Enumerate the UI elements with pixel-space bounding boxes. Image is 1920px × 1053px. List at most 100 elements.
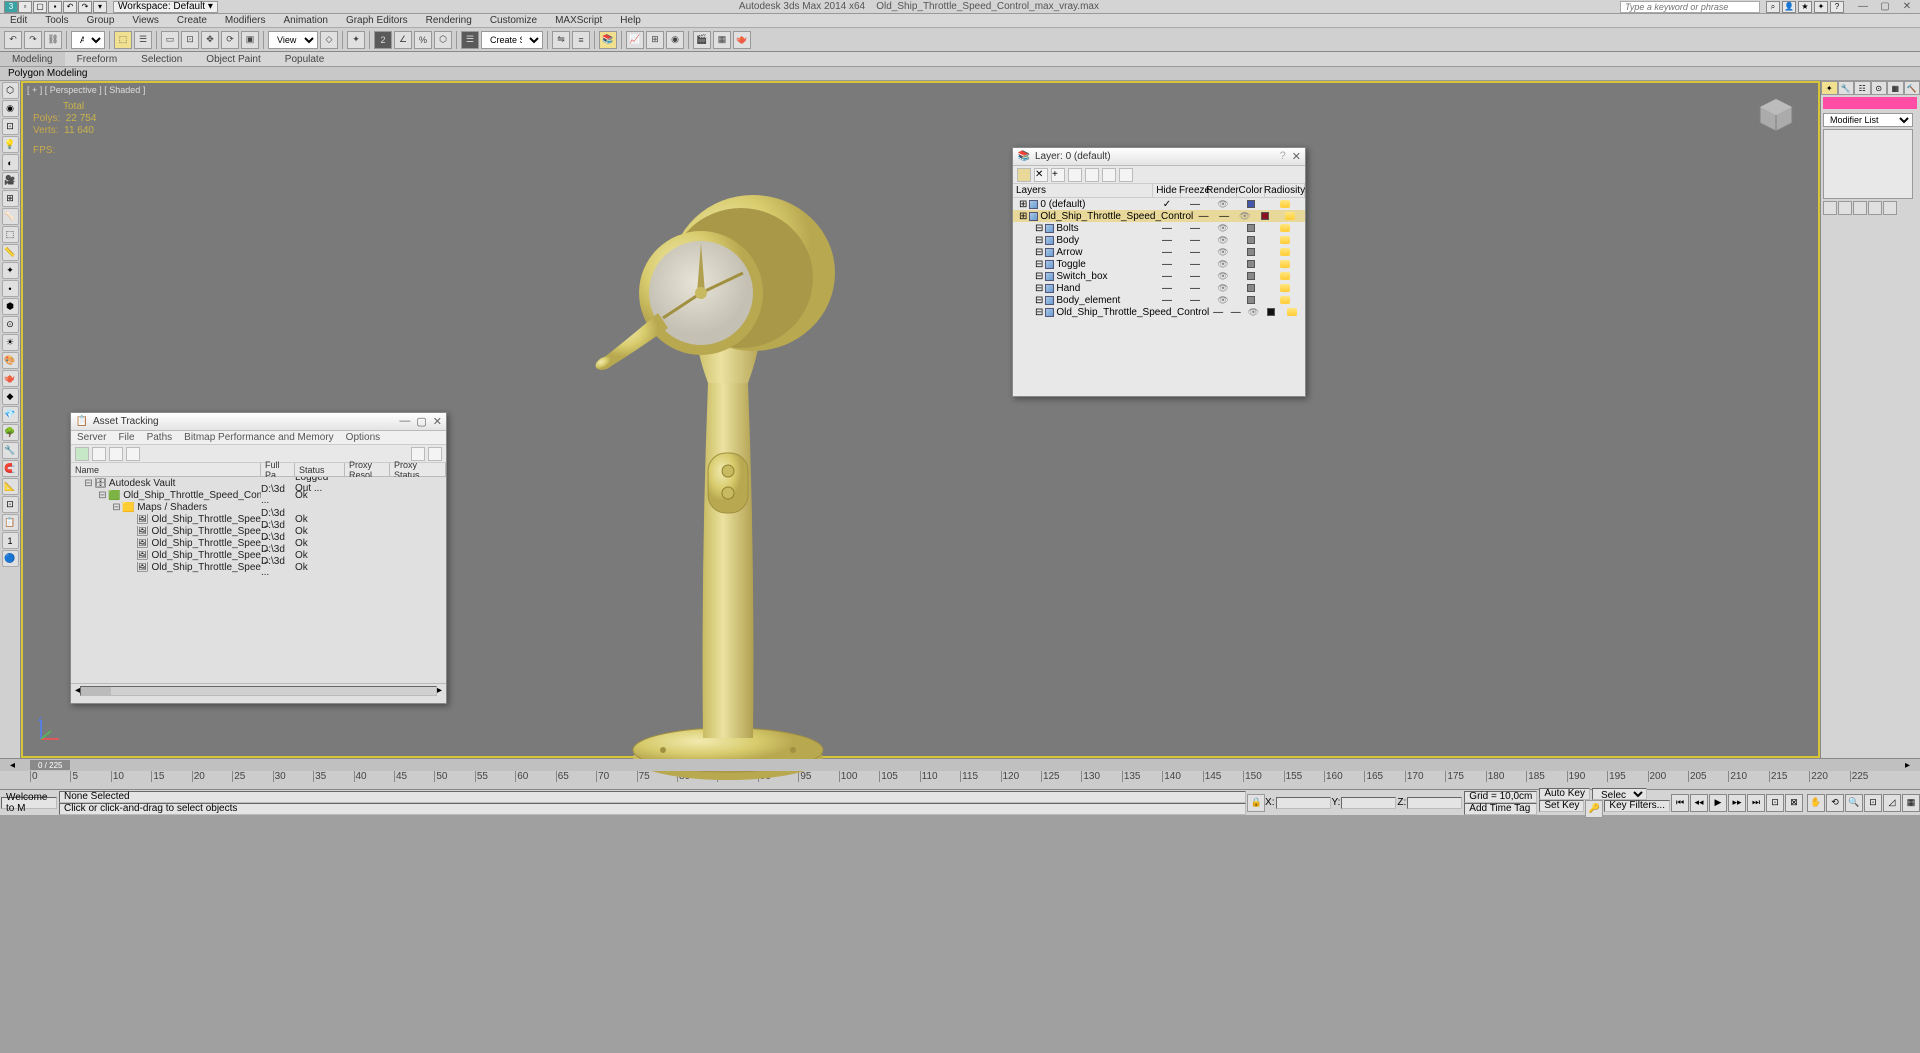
- goto-end-button[interactable]: ⏭: [1747, 794, 1765, 812]
- left-tool-5[interactable]: 🎥: [2, 172, 19, 189]
- layer-col-color[interactable]: Color: [1237, 184, 1265, 197]
- maxscript-mini[interactable]: Welcome to M: [1, 797, 57, 809]
- time-slider[interactable]: ◂ 0 / 225 ▸: [0, 759, 1920, 771]
- ribbon-populate[interactable]: Populate: [273, 52, 336, 66]
- asset-tb4-button[interactable]: [126, 447, 140, 461]
- layer-row[interactable]: ⊟Switch_box — — 👁: [1013, 270, 1305, 282]
- minimize-button[interactable]: ―: [1854, 1, 1872, 13]
- left-tool-0[interactable]: ⬡: [2, 82, 19, 99]
- left-tool-24[interactable]: 📋: [2, 514, 19, 531]
- asset-tb2-button[interactable]: [92, 447, 106, 461]
- pivot-button[interactable]: ◇: [320, 31, 338, 49]
- fov-button[interactable]: ◿: [1883, 794, 1901, 812]
- lock-selection-button[interactable]: 🔒: [1247, 794, 1265, 812]
- asset-row[interactable]: 🖼 Old_Ship_Throttle_Speed_Control_shiny_…: [71, 513, 446, 525]
- left-tool-20[interactable]: 🔧: [2, 442, 19, 459]
- max-viewport-button[interactable]: ▦: [1902, 794, 1920, 812]
- zoom-ext-button[interactable]: ⊡: [1864, 794, 1882, 812]
- layers-button[interactable]: 📚: [599, 31, 617, 49]
- menu-customize[interactable]: Customize: [490, 15, 537, 26]
- asset-menu-item[interactable]: Paths: [147, 432, 173, 443]
- timeconfig-button[interactable]: ⊡: [1766, 794, 1784, 812]
- left-tool-13[interactable]: ⊙: [2, 316, 19, 333]
- menu-animation[interactable]: Animation: [283, 15, 327, 26]
- pan-button[interactable]: ✋: [1807, 794, 1825, 812]
- utilities-tab[interactable]: 🔨: [1904, 81, 1920, 95]
- material-button[interactable]: ◉: [666, 31, 684, 49]
- left-tool-26[interactable]: 🔵: [2, 550, 19, 567]
- asset-min-button[interactable]: ―: [399, 415, 410, 428]
- layer-row[interactable]: ⊟Arrow — — 👁: [1013, 246, 1305, 258]
- snap-2d-button[interactable]: 2: [374, 31, 392, 49]
- layer-del-button[interactable]: ✕: [1034, 168, 1048, 182]
- remove-mod-button[interactable]: [1868, 201, 1882, 215]
- menu-help[interactable]: Help: [620, 15, 641, 26]
- layer-col-render[interactable]: Render: [1209, 184, 1237, 197]
- menu-views[interactable]: Views: [132, 15, 159, 26]
- add-time-tag[interactable]: Add Time Tag: [1464, 803, 1537, 815]
- layer-row[interactable]: ⊞Old_Ship_Throttle_Speed_Control — — 👁: [1013, 210, 1305, 222]
- mirror-button[interactable]: ⇋: [552, 31, 570, 49]
- layer-dialog-titlebar[interactable]: 📚 Layer: 0 (default) ?✕: [1013, 148, 1305, 166]
- snap-percent-button[interactable]: %: [414, 31, 432, 49]
- keymode-dropdown[interactable]: Selected: [1592, 788, 1647, 800]
- left-tool-7[interactable]: 🦴: [2, 208, 19, 225]
- z-coord-input[interactable]: [1407, 797, 1462, 809]
- layer-add-button[interactable]: +: [1051, 168, 1065, 182]
- select-button[interactable]: ⬚: [114, 31, 132, 49]
- signin-icon[interactable]: 👤: [1782, 1, 1796, 13]
- setkey-button[interactable]: Set Key: [1539, 800, 1584, 812]
- y-coord-input[interactable]: [1341, 797, 1396, 809]
- layer-row[interactable]: ⊟Body — — 👁: [1013, 234, 1305, 246]
- asset-menu-item[interactable]: Server: [77, 432, 106, 443]
- render-setup-button[interactable]: 🎬: [693, 31, 711, 49]
- menu-create[interactable]: Create: [177, 15, 207, 26]
- move-button[interactable]: ✥: [201, 31, 219, 49]
- autokey-button[interactable]: Auto Key: [1539, 788, 1590, 800]
- render-button[interactable]: 🫖: [733, 31, 751, 49]
- modifier-list-dropdown[interactable]: Modifier List: [1823, 113, 1913, 127]
- modify-tab[interactable]: 🔧: [1838, 81, 1855, 95]
- layer-help-button[interactable]: ?: [1280, 150, 1286, 163]
- named-sel-button[interactable]: ☰: [461, 31, 479, 49]
- left-tool-4[interactable]: ◐: [2, 154, 19, 171]
- maximize-button[interactable]: ▢: [1876, 1, 1894, 13]
- create-tab[interactable]: ✦: [1821, 81, 1838, 95]
- layer-close-button[interactable]: ✕: [1292, 150, 1301, 163]
- named-selection-dropdown[interactable]: All: [71, 31, 105, 49]
- ribbon-freeform[interactable]: Freeform: [65, 52, 130, 66]
- ribbon-modeling[interactable]: Modeling: [0, 52, 65, 66]
- asset-row[interactable]: 🖼 Old_Ship_Throttle_Speed_Control_shiny_…: [71, 525, 446, 537]
- layer-row[interactable]: ⊟Bolts — — 👁: [1013, 222, 1305, 234]
- asset-menu-item[interactable]: Bitmap Performance and Memory: [184, 432, 334, 443]
- left-tool-1[interactable]: ◉: [2, 100, 19, 117]
- next-frame-button[interactable]: ▸▸: [1728, 794, 1746, 812]
- menu-rendering[interactable]: Rendering: [426, 15, 472, 26]
- asset-refresh-button[interactable]: [75, 447, 89, 461]
- ribbon-selection[interactable]: Selection: [129, 52, 194, 66]
- create-sel-dropdown[interactable]: Create Selection Se: [481, 31, 543, 49]
- curve-editor-button[interactable]: 📈: [626, 31, 644, 49]
- asset-row[interactable]: 🖼 Old_Ship_Throttle_Speed_Control_shiny_…: [71, 537, 446, 549]
- asset-col-name[interactable]: Name: [71, 463, 261, 476]
- close-button[interactable]: ✕: [1898, 1, 1916, 13]
- left-tool-17[interactable]: ◆: [2, 388, 19, 405]
- asset-row[interactable]: 🖼 Old_Ship_Throttle_Speed_Control_shiny_…: [71, 549, 446, 561]
- left-tool-8[interactable]: ⬚: [2, 226, 19, 243]
- left-tool-3[interactable]: 💡: [2, 136, 19, 153]
- menu-tools[interactable]: Tools: [45, 15, 68, 26]
- ribbon-object paint[interactable]: Object Paint: [194, 52, 272, 66]
- left-tool-16[interactable]: 🫖: [2, 370, 19, 387]
- exchange-icon[interactable]: ✦: [1814, 1, 1828, 13]
- left-tool-2[interactable]: ⊡: [2, 118, 19, 135]
- menu-maxscript[interactable]: MAXScript: [555, 15, 602, 26]
- rect-select-button[interactable]: ▭: [161, 31, 179, 49]
- search-icon[interactable]: ⌕: [1766, 1, 1780, 13]
- redo-button[interactable]: ↷: [24, 31, 42, 49]
- asset-tb5-button[interactable]: [411, 447, 425, 461]
- manip-button[interactable]: ✦: [347, 31, 365, 49]
- modifier-stack[interactable]: [1823, 129, 1913, 199]
- align-button[interactable]: ≡: [572, 31, 590, 49]
- layer-col-name[interactable]: Layers: [1013, 184, 1153, 197]
- layer-sel-button[interactable]: [1068, 168, 1082, 182]
